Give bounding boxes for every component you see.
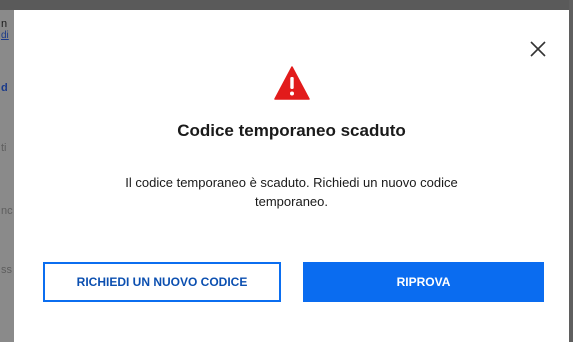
overlay-top bbox=[0, 0, 573, 10]
background-text: ti bbox=[1, 142, 7, 154]
warning-triangle-icon bbox=[274, 66, 310, 100]
expired-code-dialog: Codice temporaneo scaduto Il codice temp… bbox=[14, 10, 569, 342]
request-new-code-button[interactable]: RICHIEDI UN NUOVO CODICE bbox=[43, 262, 281, 302]
overlay-right bbox=[569, 0, 573, 342]
close-button[interactable] bbox=[529, 40, 547, 58]
close-icon bbox=[530, 41, 546, 57]
background-text: n bbox=[1, 18, 8, 30]
dialog-title: Codice temporaneo scaduto bbox=[177, 121, 406, 140]
background-page: n di d ti nc ss bbox=[0, 0, 14, 342]
background-heading: d bbox=[1, 82, 8, 94]
dialog-message: Il codice temporaneo è scaduto. Richiedi… bbox=[125, 175, 458, 209]
background-text: nc bbox=[1, 205, 13, 217]
background-link: di bbox=[1, 30, 9, 41]
retry-button[interactable]: RIPROVA bbox=[303, 262, 544, 302]
background-text: ss bbox=[1, 264, 12, 276]
screen: n di d ti nc ss Codice temporaneo scadut… bbox=[0, 0, 573, 342]
